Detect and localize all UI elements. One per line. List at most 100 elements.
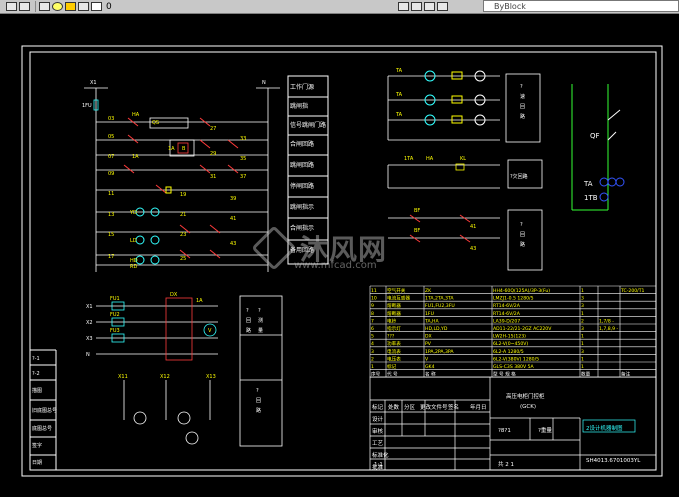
- circuit-label: 27: [210, 126, 216, 132]
- function-box-label: 备用回路: [290, 246, 314, 254]
- terminal-label: X3: [86, 336, 93, 342]
- toolbar-separator: [35, 1, 36, 12]
- box-label: ?: [256, 388, 259, 394]
- properties-icon[interactable]: [398, 2, 409, 11]
- bom-cell: 1: [581, 288, 584, 294]
- circuit-label: 15: [108, 232, 114, 238]
- lock-icon[interactable]: [78, 2, 89, 11]
- box-label: 路: [256, 407, 261, 414]
- left-strip-label: 签字: [32, 442, 42, 449]
- left-strip-label: ?-2: [32, 371, 40, 377]
- bom-cell: 1TA,2TA,3TA: [425, 296, 454, 302]
- cad-toolbar: 0 ByBlock: [0, 0, 679, 14]
- match-icon[interactable]: [411, 2, 422, 11]
- terminal-label: N: [86, 352, 90, 358]
- list-icon[interactable]: [424, 2, 435, 11]
- bom-cell: 10: [371, 296, 377, 302]
- bom-cell: 6L2-V(380V) 1280/5: [493, 356, 539, 362]
- circuit-label: 21: [180, 212, 186, 218]
- meter-circuit-label: FU1: [110, 296, 120, 302]
- drawing-number: SH4013.6701003YL: [586, 458, 641, 464]
- circuit-label: 39: [230, 196, 236, 202]
- linetype-value: ByBlock: [494, 2, 526, 11]
- lightbulb-icon[interactable]: [52, 2, 63, 11]
- bom-cell: 3: [371, 349, 374, 355]
- function-box-label: 合闸指示: [290, 224, 314, 232]
- rev-label: 处数: [388, 403, 400, 411]
- bom-cell: LA39-D/207: [493, 318, 520, 324]
- circuit-label: 11: [108, 191, 114, 197]
- circuit-label: 03: [108, 116, 114, 122]
- bom-cell: 熔断器: [387, 310, 401, 317]
- left-strip-label: 底图总号: [32, 425, 52, 432]
- circuit-label: 41: [230, 216, 236, 222]
- meter-circuit-label: V: [208, 328, 212, 334]
- bom-cell: 11: [371, 288, 377, 294]
- metering-circuit: [96, 295, 283, 447]
- bom-cell: 1,7,8,9 -: [599, 326, 619, 332]
- circuit-label: 19: [180, 192, 186, 198]
- loop-box-label: 路: [520, 241, 525, 248]
- circuit-label: YD: [129, 210, 137, 216]
- bom-cell: 3: [581, 326, 584, 332]
- meter-circuit-label: 1A: [196, 298, 203, 304]
- bom-cell: 电压表: [387, 355, 401, 362]
- meter-label: 1TA: [404, 156, 414, 162]
- bom-cell: LMZJ1-0.5 1280/5: [493, 296, 534, 302]
- bom-cell: GLS-C3S 380V 5A: [493, 364, 534, 370]
- bom-cell: LW2H-15(123): [493, 334, 526, 340]
- meter-label: HA: [426, 156, 434, 162]
- circuit-label: 37: [240, 174, 246, 180]
- layer-props-icon[interactable]: [39, 2, 50, 11]
- rev-label: 更改文件号: [420, 403, 448, 411]
- toolbar-right-group: [398, 0, 450, 13]
- bom-cell: 8: [371, 311, 374, 317]
- loop-box-label: 回: [520, 104, 525, 110]
- circuit-label: 35: [240, 156, 246, 162]
- bom-cell: 3: [581, 296, 584, 302]
- terminal-label: X1: [90, 80, 97, 86]
- rev-label: 年月日: [470, 403, 487, 411]
- company-label: 2设计机器制图: [586, 424, 623, 432]
- left-strip-label: 描图: [32, 387, 42, 394]
- rev-label: 签名: [448, 403, 459, 411]
- circuit-label: 07: [108, 154, 114, 160]
- bom-cell: 标记: [387, 363, 397, 370]
- bom-cell: 3: [581, 303, 584, 309]
- function-box-label: 信号跳闸门路: [290, 121, 326, 129]
- meter-circuit-label: DX: [170, 292, 178, 298]
- circuit-label: 17: [108, 254, 114, 260]
- color-icon[interactable]: [91, 2, 102, 11]
- sun-icon[interactable]: [65, 2, 76, 11]
- function-box-label: 跳闸指示: [290, 203, 314, 211]
- layer-count: 0: [106, 1, 112, 12]
- weight-label: ?重量: [538, 426, 552, 434]
- rev-label: 标记: [372, 403, 384, 411]
- left-strip-label: 日期: [32, 460, 42, 466]
- bom-cell: 7: [371, 318, 374, 324]
- loop-box-label: ?: [520, 84, 523, 90]
- layer-icon[interactable]: [19, 2, 30, 11]
- block-icon[interactable]: [437, 2, 448, 11]
- circuit-label: 31: [210, 174, 216, 180]
- bom-cell: 1FU: [425, 311, 434, 317]
- gear-icon[interactable]: [6, 2, 17, 11]
- bom-cell: 5: [371, 334, 374, 340]
- bom-cell: 功率表: [387, 340, 401, 347]
- bom-cell: HD,LD,YD: [425, 326, 448, 332]
- one-line-diagram: [571, 84, 625, 211]
- function-box-label: 跳闸指: [290, 102, 308, 110]
- linetype-dropdown[interactable]: ByBlock: [483, 0, 679, 12]
- circuit-label: 09: [108, 171, 114, 177]
- terminal-label: N: [262, 80, 266, 86]
- bom-cell: 指示灯: [387, 325, 401, 332]
- meter-label: TA: [395, 112, 403, 118]
- cad-drawing-canvas[interactable]: ?-1?-2描图旧底图总号底图总号签字日期 X1 N1FUHAQS1AB1A03…: [0, 14, 679, 497]
- function-box-label: 工作门源: [290, 83, 314, 91]
- bom-cell: 1: [581, 311, 584, 317]
- breaker-label: BF: [414, 228, 420, 234]
- terminal-label: X2: [86, 320, 93, 326]
- bom-cell: 2: [371, 356, 374, 362]
- sheet-label: 共 2 1: [498, 460, 514, 468]
- box-label: ?: [258, 308, 261, 314]
